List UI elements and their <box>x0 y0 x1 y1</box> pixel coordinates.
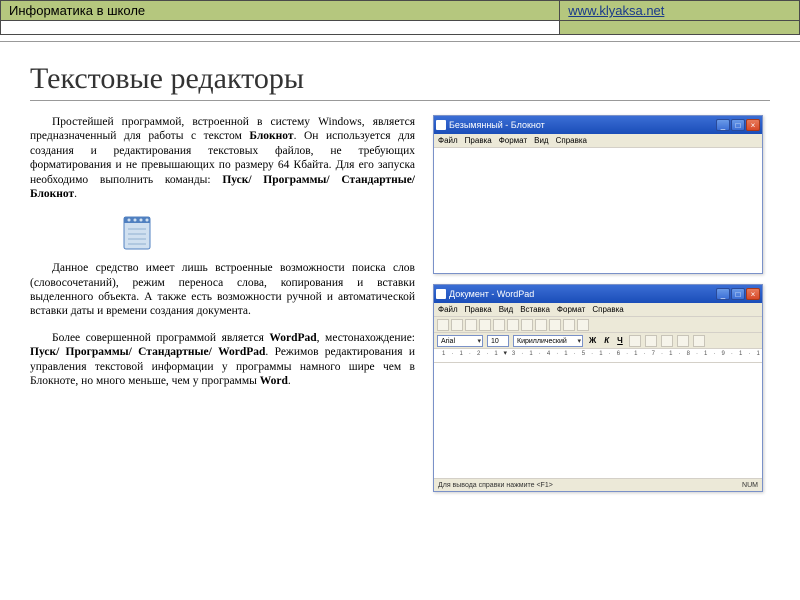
menu-view[interactable]: Вид <box>499 305 513 314</box>
undo-icon[interactable] <box>563 319 575 331</box>
print-icon[interactable] <box>479 319 491 331</box>
wordpad-menubar: Файл Правка Вид Вставка Формат Справка <box>434 303 762 317</box>
wordpad-titlebar: Документ - WordPad _ □ × <box>434 285 762 303</box>
charset-combo[interactable]: Кириллический <box>513 335 583 347</box>
wordpad-format-bar: Arial 10 Кириллический Ж К Ч <box>434 333 762 349</box>
cut-icon[interactable] <box>521 319 533 331</box>
menu-file[interactable]: Файл <box>438 136 458 145</box>
menu-view[interactable]: Вид <box>534 136 548 145</box>
close-icon[interactable]: × <box>746 119 760 131</box>
date-icon[interactable] <box>577 319 589 331</box>
size-combo[interactable]: 10 <box>487 335 509 347</box>
minimize-icon[interactable]: _ <box>716 288 730 300</box>
menu-format[interactable]: Формат <box>557 305 585 314</box>
status-num: NUM <box>742 482 758 489</box>
new-icon[interactable] <box>437 319 449 331</box>
wordpad-app-icon <box>436 289 446 299</box>
find-icon[interactable] <box>507 319 519 331</box>
wordpad-statusbar: Для вывода справки нажмите <F1> NUM <box>434 478 762 491</box>
maximize-icon[interactable]: □ <box>731 288 745 300</box>
paragraph-2: Данное средство имеет лишь встроенные во… <box>30 261 415 319</box>
menu-help[interactable]: Справка <box>556 136 587 145</box>
wordpad-body[interactable] <box>434 363 762 478</box>
menu-edit[interactable]: Правка <box>465 136 492 145</box>
bullets-icon[interactable] <box>693 335 705 347</box>
maximize-icon[interactable]: □ <box>731 119 745 131</box>
notepad-window: Безымянный - Блокнот _ □ × Файл Правка Ф… <box>433 115 763 274</box>
italic-icon[interactable]: К <box>602 336 611 345</box>
header-empty <box>1 21 560 35</box>
wordpad-toolbar <box>434 317 762 333</box>
menu-file[interactable]: Файл <box>438 305 458 314</box>
menu-format[interactable]: Формат <box>499 136 527 145</box>
paragraph-1: Простейшей программой, встроенной в сист… <box>30 115 415 201</box>
wordpad-window: Документ - WordPad _ □ × Файл Правка Вид… <box>433 284 763 492</box>
notepad-titlebar: Безымянный - Блокнот _ □ × <box>434 116 762 134</box>
page-title: Текстовые редакторы <box>30 62 770 96</box>
font-combo[interactable]: Arial <box>437 335 483 347</box>
underline-icon[interactable]: Ч <box>615 336 625 345</box>
notepad-menubar: Файл Правка Формат Вид Справка <box>434 134 762 148</box>
color-icon[interactable] <box>629 335 641 347</box>
preview-icon[interactable] <box>493 319 505 331</box>
notepad-title: Безымянный - Блокнот <box>449 120 545 130</box>
wordpad-title: Документ - WordPad <box>449 289 534 299</box>
align-left-icon[interactable] <box>645 335 657 347</box>
header-right: www.klyaksa.net <box>560 1 800 21</box>
minimize-icon[interactable]: _ <box>716 119 730 131</box>
open-icon[interactable] <box>451 319 463 331</box>
close-icon[interactable]: × <box>746 288 760 300</box>
status-help: Для вывода справки нажмите <F1> <box>438 482 553 489</box>
wordpad-ruler[interactable]: 1 · 1 · 2 · 1 · 3 · 1 · 4 · 1 · 5 · 1 · … <box>434 349 762 363</box>
align-center-icon[interactable] <box>661 335 673 347</box>
header-link[interactable]: www.klyaksa.net <box>568 3 664 18</box>
copy-icon[interactable] <box>535 319 547 331</box>
menu-insert[interactable]: Вставка <box>520 305 550 314</box>
header-table: Информатика в школе www.klyaksa.net <box>0 0 800 35</box>
text-column: Простейшей программой, встроенной в сист… <box>30 115 415 492</box>
header-cell2 <box>560 21 800 35</box>
screenshots-column: Безымянный - Блокнот _ □ × Файл Правка Ф… <box>433 115 763 492</box>
notepad-icon <box>120 213 154 251</box>
notepad-body[interactable] <box>434 148 762 273</box>
paste-icon[interactable] <box>549 319 561 331</box>
align-right-icon[interactable] <box>677 335 689 347</box>
menu-edit[interactable]: Правка <box>465 305 492 314</box>
content: Текстовые редакторы Простейшей программо… <box>0 42 800 502</box>
paragraph-3: Более совершенной программой является Wo… <box>30 331 415 389</box>
columns: Простейшей программой, встроенной в сист… <box>30 115 770 492</box>
notepad-app-icon <box>436 120 446 130</box>
title-divider <box>30 100 770 101</box>
header-left: Информатика в школе <box>1 1 560 21</box>
bold-icon[interactable]: Ж <box>587 336 598 345</box>
save-icon[interactable] <box>465 319 477 331</box>
menu-help[interactable]: Справка <box>592 305 623 314</box>
